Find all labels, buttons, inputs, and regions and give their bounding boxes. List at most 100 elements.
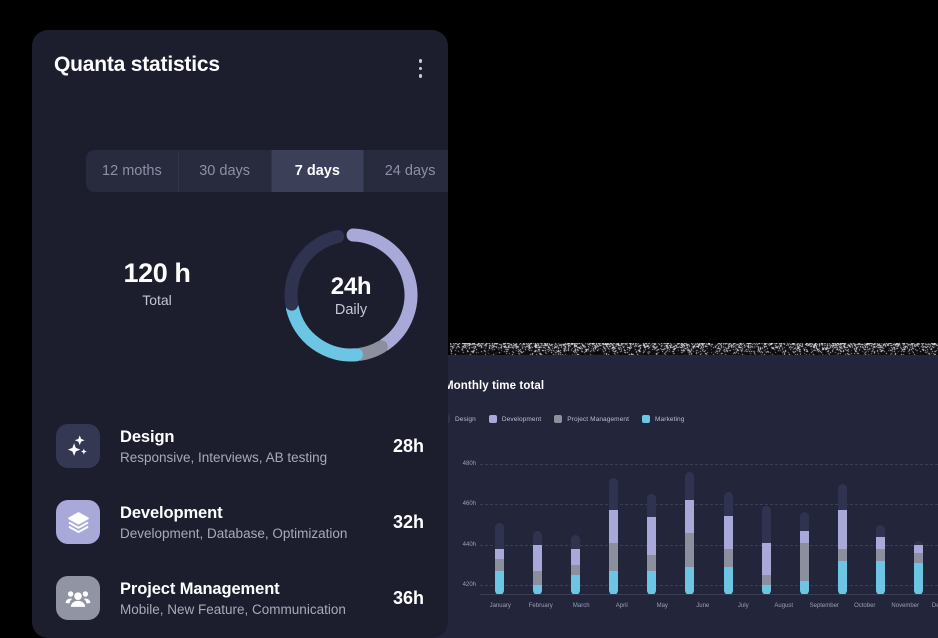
totals-summary: 120 h Total 24h Daily xyxy=(32,222,448,374)
category-subtitle: Mobile, New Feature, Communication xyxy=(120,601,346,617)
stacked-bar[interactable] xyxy=(609,478,619,595)
category-name: Development xyxy=(120,503,223,522)
daily-donut-chart: 24h Daily xyxy=(278,222,424,368)
category-name: Project Management xyxy=(120,579,280,598)
bar-segment-design xyxy=(647,494,657,517)
category-row[interactable]: Project Management Mobile, New Feature, C… xyxy=(32,560,448,636)
legend-label: Development xyxy=(501,415,542,423)
y-axis-tick-label: 440h xyxy=(462,541,476,548)
bar-slot xyxy=(671,440,709,595)
stacked-bar[interactable] xyxy=(914,540,924,595)
bar-segment-marketing xyxy=(838,560,848,595)
bar-segment-design xyxy=(494,522,504,549)
chart-title: Monthly time total xyxy=(444,380,545,392)
monthly-chart-panel: Monthly time total Design Development Proj… xyxy=(432,355,938,638)
range-tab-7-days[interactable]: 7 days xyxy=(271,150,365,192)
x-axis-tick-label: November xyxy=(891,603,920,609)
bar-segment-project-management xyxy=(761,574,771,585)
bar-segment-development xyxy=(685,500,695,533)
bar-slot xyxy=(862,440,900,595)
x-axis-tick-label: August xyxy=(774,603,794,609)
bar-segment-design xyxy=(570,534,580,549)
bar-segment-development xyxy=(609,510,619,543)
stacked-bar[interactable] xyxy=(570,534,580,595)
bar-segment-development xyxy=(799,530,809,543)
y-axis-tick-label: 460h xyxy=(462,501,476,508)
bar-segment-marketing xyxy=(494,570,504,595)
stacked-bar[interactable] xyxy=(876,524,886,595)
bar-segment-development xyxy=(761,542,771,575)
bar-segment-marketing xyxy=(647,570,657,595)
stacked-bar[interactable] xyxy=(799,512,809,595)
page-title: Quanta statistics xyxy=(54,53,220,76)
y-axis-tick-label: 480h xyxy=(462,461,476,468)
sparkles-icon xyxy=(56,424,100,468)
x-axis-tick-label: April xyxy=(615,603,628,609)
legend-item[interactable]: Marketing xyxy=(642,415,684,423)
stacked-bar[interactable] xyxy=(647,494,657,595)
category-row[interactable]: Design Responsive, Interviews, AB testing… xyxy=(32,408,448,484)
stacked-bar[interactable] xyxy=(532,530,542,595)
bar-slot xyxy=(480,440,518,595)
bar-group xyxy=(480,440,938,595)
stacked-bar[interactable] xyxy=(723,492,733,595)
stacked-bar[interactable] xyxy=(685,472,695,595)
kebab-menu-icon[interactable] xyxy=(415,53,427,84)
legend-item[interactable]: Development xyxy=(488,415,542,423)
bar-slot xyxy=(747,440,785,595)
category-row[interactable]: Development Development, Database, Optimi… xyxy=(32,484,448,560)
x-axis-tick-label: June xyxy=(696,603,710,609)
chart-legend: Design Development Project Management Marke… xyxy=(442,415,684,423)
legend-swatch-icon xyxy=(554,415,563,423)
legend-item[interactable]: Project Management xyxy=(554,415,629,423)
layers-icon xyxy=(56,500,100,544)
legend-swatch-icon xyxy=(642,415,651,423)
y-axis-tick-label: 420h xyxy=(462,581,476,588)
x-axis-tick-label: January xyxy=(489,603,511,609)
x-axis-line xyxy=(480,594,938,595)
bar-segment-development xyxy=(838,510,848,549)
bar-segment-development xyxy=(647,516,657,555)
bar-segment-project-management xyxy=(532,570,542,585)
range-tab-24-days[interactable]: 24 days xyxy=(364,150,448,192)
stacked-bar[interactable] xyxy=(494,522,504,595)
bar-slot xyxy=(785,440,823,595)
kebab-dot xyxy=(418,74,422,78)
x-axis-tick-label: July xyxy=(737,603,749,609)
x-axis-tick-label: December xyxy=(931,603,938,609)
category-hours: 28h xyxy=(392,435,424,456)
stacked-bar[interactable] xyxy=(761,506,771,595)
bar-segment-development xyxy=(914,544,924,553)
range-tab-12-moths[interactable]: 12 moths xyxy=(86,150,179,192)
daily-hours-label: Daily xyxy=(334,301,368,318)
bar-segment-marketing xyxy=(570,574,580,595)
bar-segment-marketing xyxy=(799,580,809,595)
x-axis-tick-label: October xyxy=(854,603,876,609)
range-tab-30-days[interactable]: 30 days xyxy=(179,150,272,192)
category-text: Design Responsive, Interviews, AB testing xyxy=(120,428,385,465)
x-axis-tick-label: March xyxy=(572,603,590,609)
stacked-bar[interactable] xyxy=(838,484,848,595)
bar-segment-project-management xyxy=(914,552,924,563)
legend-label: Marketing xyxy=(655,415,685,423)
bar-slot xyxy=(709,440,747,595)
bar-segment-project-management xyxy=(838,548,848,561)
bar-segment-design xyxy=(838,484,848,511)
legend-label: Design xyxy=(455,415,476,423)
bar-segment-development xyxy=(532,544,542,571)
category-list: Design Responsive, Interviews, AB testing… xyxy=(32,408,448,638)
bar-segment-project-management xyxy=(723,548,733,567)
bar-segment-marketing xyxy=(685,566,695,595)
kebab-dot xyxy=(418,59,422,63)
x-axis-tick-label: February xyxy=(528,603,553,609)
bar-slot xyxy=(633,440,671,595)
bar-segment-project-management xyxy=(685,532,695,567)
chart-plot-area: 420h 440h 460h 480h xyxy=(442,440,938,595)
bar-segment-project-management xyxy=(799,542,809,581)
bar-segment-design xyxy=(799,512,809,531)
category-text: Project Management Mobile, New Feature, C… xyxy=(120,580,385,617)
total-hours-block: 120 h Total xyxy=(92,258,222,308)
x-axis-tick-label: May xyxy=(656,603,668,609)
time-range-segmented-control[interactable]: 12 moths 30 days 7 days 24 days xyxy=(86,150,448,192)
bar-segment-design xyxy=(685,472,695,501)
